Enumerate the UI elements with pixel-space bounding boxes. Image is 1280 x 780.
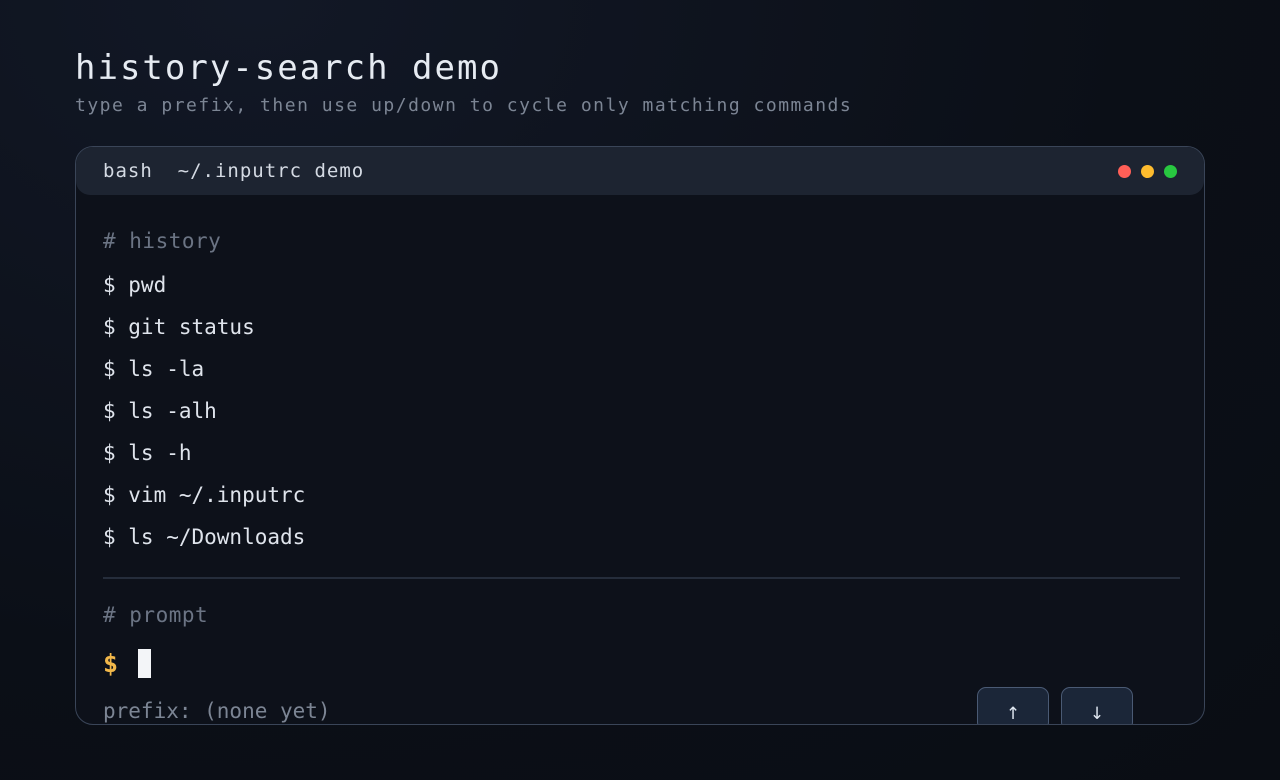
- history-item: $ ls ~/Downloads: [103, 525, 306, 549]
- history-item: $ ls -h: [103, 441, 192, 465]
- history-item: $ vim ~/.inputrc: [103, 483, 306, 507]
- window-controls: [1118, 165, 1177, 178]
- history-down-button[interactable]: ↓: [1061, 687, 1133, 724]
- page: history-search demo type a prefix, then …: [0, 0, 1280, 780]
- page-title: history-search demo: [75, 48, 502, 88]
- history-up-button[interactable]: ↑: [977, 687, 1049, 724]
- terminal-title: bash ~/.inputrc demo: [103, 160, 365, 182]
- history-item: $ git status: [103, 315, 255, 339]
- maximize-icon[interactable]: [1164, 165, 1177, 178]
- history-list: $ pwd $ git status $ ls -la $ ls -alh $ …: [103, 264, 305, 558]
- section-divider: [103, 577, 1180, 579]
- prompt-label: # prompt: [103, 603, 209, 627]
- page-subtitle: type a prefix, then use up/down to cycle…: [75, 95, 853, 116]
- history-label: # history: [103, 229, 222, 253]
- text-cursor: [138, 648, 152, 678]
- prompt-symbol: $: [103, 648, 119, 678]
- history-item: $ ls -la: [103, 357, 205, 381]
- terminal-titlebar: bash ~/.inputrc demo: [76, 147, 1204, 195]
- terminal-window[interactable]: bash ~/.inputrc demo # history $ pwd $ g…: [75, 146, 1205, 725]
- history-item: $ ls -alh: [103, 399, 217, 423]
- minimize-icon[interactable]: [1141, 165, 1154, 178]
- prompt-input-line[interactable]: $: [103, 645, 152, 681]
- history-item: $ pwd: [103, 273, 167, 297]
- prefix-status: prefix: (none yet): [103, 699, 331, 723]
- close-icon[interactable]: [1118, 165, 1131, 178]
